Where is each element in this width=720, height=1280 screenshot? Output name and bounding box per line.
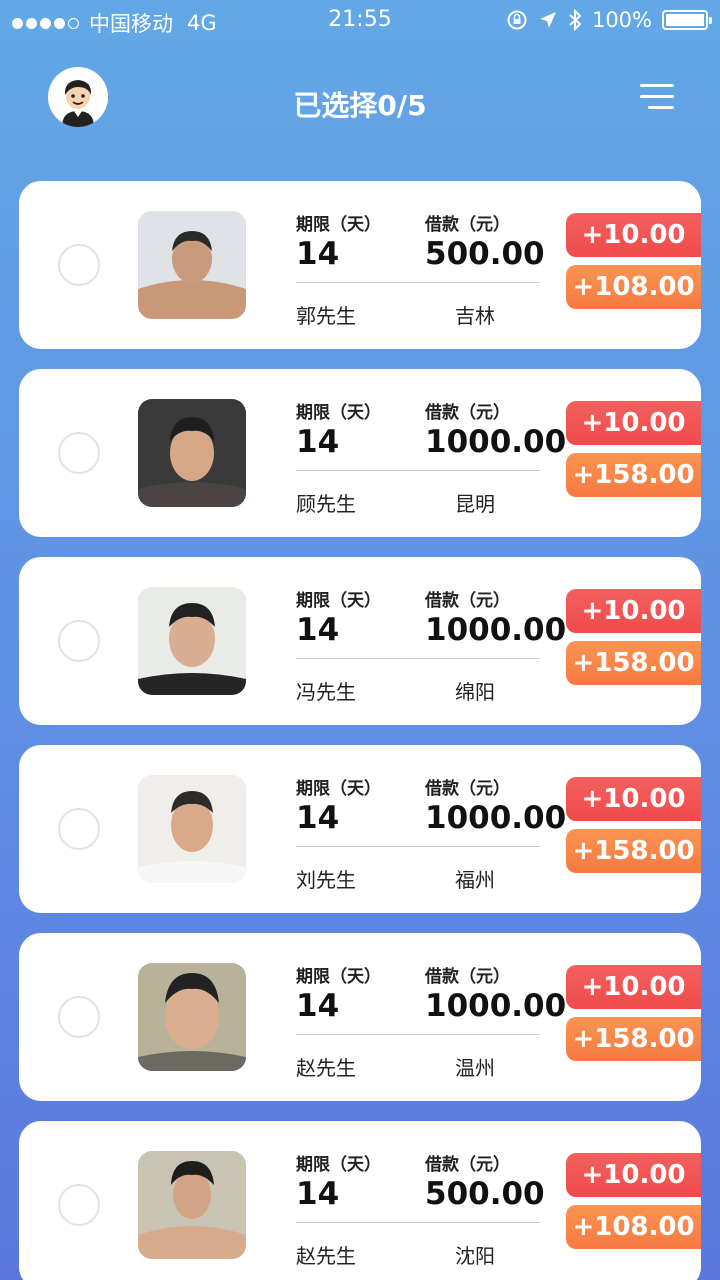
customer-city: 福州 <box>455 868 495 892</box>
status-bar: 中国移动 4G 21:55 100% <box>0 0 720 40</box>
term-value: 14 <box>296 988 340 1024</box>
loan-label: 借款（元） <box>425 967 510 987</box>
term-value: 14 <box>296 236 340 272</box>
customer-city: 沈阳 <box>455 1244 495 1268</box>
customer-photo <box>138 211 246 319</box>
price-button-primary[interactable]: +10.00 <box>566 777 701 821</box>
list-item[interactable]: 期限（天） 借款（元） 14 1000.00 刘先生 福州 +10.00 +15… <box>19 745 701 913</box>
select-radio[interactable] <box>58 808 100 850</box>
list-item[interactable]: 期限（天） 借款（元） 14 1000.00 赵先生 温州 +10.00 +15… <box>19 933 701 1101</box>
rotation-lock-icon <box>507 10 527 30</box>
loan-amount: 1000.00 <box>425 988 567 1024</box>
price-button-secondary[interactable]: +158.00 <box>566 453 701 497</box>
price-button-primary[interactable]: +10.00 <box>566 213 701 257</box>
price-button-primary[interactable]: +10.00 <box>566 1153 701 1197</box>
bluetooth-icon <box>569 9 582 31</box>
loan-label: 借款（元） <box>425 215 510 235</box>
price-button-secondary[interactable]: +158.00 <box>566 1017 701 1061</box>
list-item[interactable]: 期限（天） 借款（元） 14 1000.00 冯先生 绵阳 +10.00 +15… <box>19 557 701 725</box>
list-item[interactable]: 期限（天） 借款（元） 14 500.00 郭先生 吉林 +10.00 +108… <box>19 181 701 349</box>
customer-name: 郭先生 <box>296 304 356 328</box>
customer-name: 冯先生 <box>296 680 356 704</box>
battery-icon <box>662 10 712 30</box>
loan-label: 借款（元） <box>425 779 510 799</box>
customer-name: 赵先生 <box>296 1056 356 1080</box>
price-button-primary[interactable]: +10.00 <box>566 401 701 445</box>
divider <box>296 1222 540 1223</box>
loan-label: 借款（元） <box>425 591 510 611</box>
term-value: 14 <box>296 1176 340 1212</box>
select-radio[interactable] <box>58 620 100 662</box>
select-radio[interactable] <box>58 432 100 474</box>
divider <box>296 658 540 659</box>
loan-amount: 1000.00 <box>425 424 567 460</box>
loan-amount: 500.00 <box>425 236 545 272</box>
select-radio[interactable] <box>58 1184 100 1226</box>
term-value: 14 <box>296 612 340 648</box>
term-label: 期限（天） <box>296 215 381 235</box>
term-label: 期限（天） <box>296 1155 381 1175</box>
price-button-secondary[interactable]: +108.00 <box>566 1205 701 1249</box>
term-label: 期限（天） <box>296 591 381 611</box>
term-label: 期限（天） <box>296 403 381 423</box>
customer-city: 昆明 <box>455 492 495 516</box>
customer-city: 温州 <box>455 1056 495 1080</box>
customer-city: 绵阳 <box>455 680 495 704</box>
loan-label: 借款（元） <box>425 403 510 423</box>
customer-photo <box>138 587 246 695</box>
select-radio[interactable] <box>58 996 100 1038</box>
customer-photo <box>138 775 246 883</box>
price-button-primary[interactable]: +10.00 <box>566 965 701 1009</box>
divider <box>296 1034 540 1035</box>
price-button-secondary[interactable]: +158.00 <box>566 829 701 873</box>
divider <box>296 470 540 471</box>
list-item[interactable]: 期限（天） 借款（元） 14 1000.00 顾先生 昆明 +10.00 +15… <box>19 369 701 537</box>
customer-photo <box>138 1151 246 1259</box>
lead-list: 期限（天） 借款（元） 14 500.00 郭先生 吉林 +10.00 +108… <box>19 181 701 1280</box>
list-item[interactable]: 期限（天） 借款（元） 14 500.00 赵先生 沈阳 +10.00 +108… <box>19 1121 701 1280</box>
term-label: 期限（天） <box>296 967 381 987</box>
term-value: 14 <box>296 800 340 836</box>
customer-name: 顾先生 <box>296 492 356 516</box>
price-button-secondary[interactable]: +158.00 <box>566 641 701 685</box>
loan-amount: 500.00 <box>425 1176 545 1212</box>
loan-label: 借款（元） <box>425 1155 510 1175</box>
customer-name: 赵先生 <box>296 1244 356 1268</box>
loan-amount: 1000.00 <box>425 800 567 836</box>
customer-name: 刘先生 <box>296 868 356 892</box>
term-label: 期限（天） <box>296 779 381 799</box>
divider <box>296 846 540 847</box>
battery-percent: 100% <box>591 8 652 32</box>
customer-photo <box>138 963 246 1071</box>
header: 已选择0/5 <box>0 60 720 150</box>
page-title: 已选择0/5 <box>293 89 427 122</box>
price-button-primary[interactable]: +10.00 <box>566 589 701 633</box>
loan-amount: 1000.00 <box>425 612 567 648</box>
customer-photo <box>138 399 246 507</box>
menu-icon[interactable] <box>640 84 674 114</box>
select-radio[interactable] <box>58 244 100 286</box>
term-value: 14 <box>296 424 340 460</box>
location-icon <box>539 12 556 28</box>
divider <box>296 282 540 283</box>
customer-city: 吉林 <box>455 304 495 328</box>
price-button-secondary[interactable]: +108.00 <box>566 265 701 309</box>
